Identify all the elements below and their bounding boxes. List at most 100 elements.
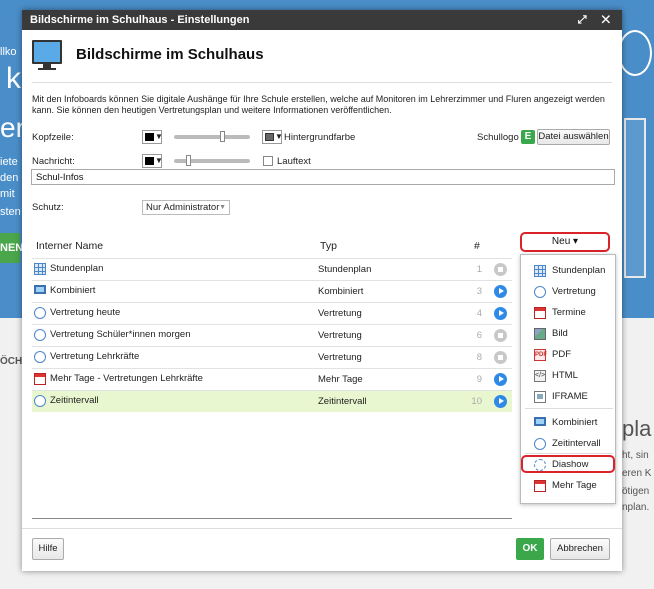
bg-text: pla (622, 416, 652, 441)
swap-icon (34, 351, 46, 363)
choose-file-button[interactable]: Datei auswählen (537, 129, 610, 145)
table-row[interactable]: Vertretung Schüler*innen morgen Vertretun… (32, 324, 512, 346)
row-type: Stundenplan (318, 264, 372, 275)
menu-item-kombiniert[interactable]: Kombiniert (521, 413, 617, 433)
row-number: 1 (476, 264, 482, 275)
play-icon[interactable] (494, 395, 507, 408)
column-header-name[interactable]: Interner Name (36, 240, 103, 252)
image-icon (534, 328, 546, 340)
window-controls[interactable]: ⤢ ✕ (578, 10, 616, 30)
message-input[interactable] (31, 169, 615, 185)
settings-dialog: Bildschirme im Schulhaus - Einstellungen… (22, 10, 622, 571)
row-name: Stundenplan (50, 263, 104, 274)
kopfzeile-slider[interactable] (174, 135, 250, 139)
chevron-down-icon: ▼ (219, 204, 226, 211)
menu-item-stundenplan[interactable]: Stundenplan (521, 261, 617, 281)
menu-item-termine[interactable]: Termine (521, 303, 617, 323)
swap-icon (34, 307, 46, 319)
table-row[interactable]: Vertretung heute Vertretung 4 (32, 302, 512, 324)
divider (32, 82, 612, 83)
bg-text: llko (0, 46, 17, 58)
hintergrund-label: Hintergrundfarbe (284, 132, 356, 143)
html-icon: </> (534, 370, 546, 382)
menu-separator (525, 408, 613, 409)
chevron-down-icon: ▼ (155, 132, 163, 141)
lauftext-label: Lauftext (277, 156, 311, 167)
kopfzeile-slider-handle[interactable] (220, 131, 226, 142)
schutz-label: Schutz: (32, 202, 64, 213)
schutz-value: Nur Administrator (146, 202, 220, 213)
table-row[interactable]: Stundenplan Stundenplan 1 (32, 258, 512, 280)
new-button[interactable]: Neu ▾ (520, 232, 610, 252)
bg-text: sten (0, 206, 21, 218)
menu-item-bild[interactable]: Bild (521, 324, 617, 344)
stop-icon[interactable] (494, 329, 507, 342)
school-logo-icon: E (521, 130, 535, 144)
row-number: 10 (471, 396, 482, 407)
menu-item-label: Bild (552, 328, 568, 339)
monitor-icon (534, 417, 546, 426)
row-name: Mehr Tage - Vertretungen Lehrkräfte (50, 373, 203, 384)
table-bottom-border (32, 518, 512, 519)
table-row[interactable]: Kombiniert Kombiniert 3 (32, 280, 512, 302)
menu-item-label: Kombiniert (552, 417, 598, 428)
kopfzeile-label: Kopfzeile: (32, 132, 74, 143)
row-number: 3 (476, 286, 482, 297)
row-number: 4 (476, 308, 482, 319)
monitor-icon (32, 40, 62, 64)
column-header-type[interactable]: Typ (320, 240, 337, 252)
page-title: Bildschirme im Schulhaus (76, 46, 264, 63)
cancel-button[interactable]: Abbrechen (550, 538, 610, 560)
table-row[interactable]: Vertretung Lehrkräfte Vertretung 8 (32, 346, 512, 368)
monitor-base (38, 68, 56, 70)
menu-item-iframe[interactable]: IFRAME (521, 387, 617, 407)
chevron-down-icon: ▼ (155, 156, 163, 165)
ok-button[interactable]: OK (516, 538, 544, 560)
schutz-select[interactable]: Nur Administrator ▼ (142, 200, 230, 215)
menu-item-vertretung[interactable]: Vertretung (521, 282, 617, 302)
stop-icon[interactable] (494, 263, 507, 276)
new-dropdown-menu: Stundenplan Vertretung Termine Bild PDF PDF </… (520, 254, 616, 504)
diashow-highlight (521, 455, 615, 473)
nachricht-color-picker[interactable]: ▼ (142, 154, 163, 168)
bg-text: ht, sin (622, 450, 649, 461)
bg-text: ötigen (622, 486, 650, 497)
play-icon[interactable] (494, 307, 507, 320)
table-row[interactable]: Zeitintervall Zeitintervall 10 (32, 390, 512, 412)
hintergrund-color-picker[interactable]: ▼ (262, 130, 283, 144)
bg-text: den (0, 172, 19, 184)
chevron-down-icon: ▼ (275, 132, 283, 141)
lauftext-checkbox[interactable] (263, 156, 273, 166)
monitor-icon (34, 285, 46, 294)
row-name: Zeitintervall (50, 395, 99, 406)
clock-icon (534, 438, 546, 450)
stop-icon[interactable] (494, 351, 507, 364)
dialog-titlebar[interactable]: Bildschirme im Schulhaus - Einstellungen… (22, 10, 622, 30)
menu-item-zeitintervall[interactable]: Zeitintervall (521, 434, 617, 454)
column-header-number[interactable]: # (474, 240, 480, 252)
menu-item-label: IFRAME (552, 391, 588, 402)
bg-text: iete (0, 156, 18, 168)
swap-icon (34, 329, 46, 341)
nachricht-slider-handle[interactable] (186, 155, 192, 166)
menu-item-pdf[interactable]: PDF PDF (521, 345, 617, 365)
grid-icon (534, 265, 546, 277)
play-icon[interactable] (494, 373, 507, 386)
bg-text: mit (0, 188, 15, 200)
pdf-icon: PDF (534, 349, 547, 361)
row-name: Kombiniert (50, 285, 96, 296)
bg-clock-icon (618, 30, 652, 76)
menu-item-mehr-tage[interactable]: Mehr Tage (521, 476, 617, 496)
color-swatch (145, 157, 154, 165)
kopfzeile-color-picker[interactable]: ▼ (142, 130, 163, 144)
help-button[interactable]: Hilfe (32, 538, 64, 560)
menu-item-html[interactable]: </> HTML (521, 366, 617, 386)
swap-icon (534, 286, 546, 298)
calendar-icon (534, 307, 546, 319)
row-type: Kombiniert (318, 286, 364, 297)
table-row[interactable]: Mehr Tage - Vertretungen Lehrkräfte Mehr … (32, 368, 512, 390)
play-icon[interactable] (494, 285, 507, 298)
menu-item-label: Vertretung (552, 286, 596, 297)
color-swatch (265, 133, 274, 141)
row-type: Vertretung (318, 308, 362, 319)
